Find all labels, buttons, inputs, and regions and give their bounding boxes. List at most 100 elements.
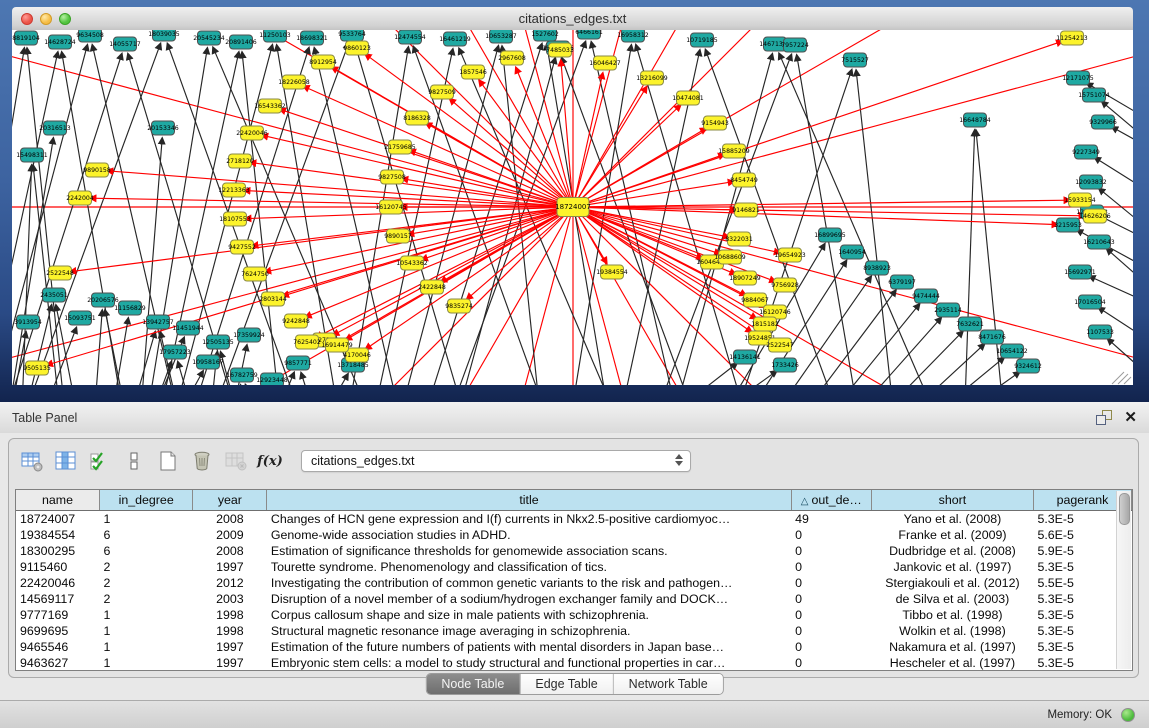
cell-out_degree[interactable]: 0 bbox=[791, 575, 871, 591]
cell-year[interactable]: 2003 bbox=[193, 591, 267, 607]
cell-name[interactable]: 22420046 bbox=[16, 575, 99, 591]
cell-title[interactable]: Changes of HCN gene expression and I(f) … bbox=[267, 511, 791, 528]
graph-node-label: 8454749 bbox=[730, 177, 758, 184]
column-header-out_degree[interactable]: △out_de… bbox=[791, 490, 871, 511]
table-row[interactable]: 946362711997Embryonic stem cells: a mode… bbox=[16, 655, 1132, 671]
select-columns-icon[interactable] bbox=[87, 449, 113, 473]
table-row[interactable]: 946554611997Estimation of the future num… bbox=[16, 639, 1132, 655]
scrollbar-thumb[interactable] bbox=[1119, 493, 1130, 525]
cell-title[interactable]: Genome-wide association studies in ADHD. bbox=[267, 527, 791, 543]
cell-short[interactable]: Tibbo et al. (1998) bbox=[871, 607, 1033, 623]
table-row[interactable]: 911546021997Tourette syndrome. Phenomeno… bbox=[16, 559, 1132, 575]
cell-in_degree[interactable]: 1 bbox=[99, 607, 192, 623]
cell-name[interactable]: 19384554 bbox=[16, 527, 99, 543]
tab-node-table[interactable]: Node Table bbox=[426, 674, 519, 694]
table-row[interactable]: 1872400712008Changes of HCN gene express… bbox=[16, 511, 1132, 528]
network-canvas[interactable]: 8819104146287249634508140557171803903520… bbox=[12, 30, 1133, 385]
cell-year[interactable]: 1998 bbox=[193, 607, 267, 623]
table-row[interactable]: 1456911722003Disruption of a novel membe… bbox=[16, 591, 1132, 607]
column-header-in_degree[interactable]: in_degree bbox=[99, 490, 192, 511]
cell-title[interactable]: Investigating the contribution of common… bbox=[267, 575, 791, 591]
create-column-icon[interactable] bbox=[155, 449, 181, 473]
cell-short[interactable]: Yano et al. (2008) bbox=[871, 511, 1033, 528]
cell-in_degree[interactable]: 2 bbox=[99, 559, 192, 575]
cell-out_degree[interactable]: 0 bbox=[791, 591, 871, 607]
cell-short[interactable]: Jankovic et al. (1997) bbox=[871, 559, 1033, 575]
cell-out_degree[interactable]: 0 bbox=[791, 655, 871, 671]
float-panel-icon[interactable] bbox=[1096, 410, 1112, 425]
column-header-name[interactable]: name bbox=[16, 490, 99, 511]
close-panel-icon[interactable]: ✕ bbox=[1124, 410, 1137, 425]
cell-name[interactable]: 14569117 bbox=[16, 591, 99, 607]
table-selector[interactable]: citations_edges.txt bbox=[301, 450, 691, 472]
cell-name[interactable]: 18300295 bbox=[16, 543, 99, 559]
cell-year[interactable]: 2009 bbox=[193, 527, 267, 543]
function-builder-icon[interactable]: f(x) bbox=[257, 449, 283, 473]
cell-in_degree[interactable]: 2 bbox=[99, 575, 192, 591]
cell-title[interactable]: Estimation of significance thresholds fo… bbox=[267, 543, 791, 559]
cell-short[interactable]: Hescheler et al. (1997) bbox=[871, 655, 1033, 671]
cell-title[interactable]: Estimation of the future numbers of pati… bbox=[267, 639, 791, 655]
graph-node-label: 14628724 bbox=[44, 39, 76, 46]
graph-node-label: 1527602 bbox=[531, 31, 559, 38]
cell-short[interactable]: Franke et al. (2009) bbox=[871, 527, 1033, 543]
cell-name[interactable]: 18724007 bbox=[16, 511, 99, 528]
delete-column-icon[interactable] bbox=[189, 449, 215, 473]
cell-out_degree[interactable]: 49 bbox=[791, 511, 871, 528]
table-vertical-scrollbar[interactable] bbox=[1116, 491, 1131, 669]
cell-in_degree[interactable]: 6 bbox=[99, 527, 192, 543]
cell-out_degree[interactable]: 0 bbox=[791, 559, 871, 575]
cell-name[interactable]: 9777169 bbox=[16, 607, 99, 623]
tab-edge-table[interactable]: Edge Table bbox=[519, 674, 612, 694]
cell-short[interactable]: Nakamura et al. (1997) bbox=[871, 639, 1033, 655]
cell-year[interactable]: 1997 bbox=[193, 639, 267, 655]
cell-year[interactable]: 1997 bbox=[193, 559, 267, 575]
cell-out_degree[interactable]: 0 bbox=[791, 623, 871, 639]
column-header-title[interactable]: title bbox=[267, 490, 791, 511]
cell-name[interactable]: 9465546 bbox=[16, 639, 99, 655]
cell-year[interactable]: 2008 bbox=[193, 543, 267, 559]
cell-short[interactable]: de Silva et al. (2003) bbox=[871, 591, 1033, 607]
table-mode-icon[interactable] bbox=[19, 449, 45, 473]
cell-in_degree[interactable]: 1 bbox=[99, 639, 192, 655]
cell-out_degree[interactable]: 0 bbox=[791, 527, 871, 543]
graph-node-label: 8819104 bbox=[12, 35, 40, 42]
network-window-titlebar[interactable]: citations_edges.txt bbox=[12, 7, 1133, 31]
graph-node-label: 8912954 bbox=[309, 59, 337, 66]
table-row[interactable]: 977716911998Corpus callosum shape and si… bbox=[16, 607, 1132, 623]
cell-out_degree[interactable]: 0 bbox=[791, 639, 871, 655]
cell-year[interactable]: 2008 bbox=[193, 511, 267, 528]
cell-out_degree[interactable]: 0 bbox=[791, 543, 871, 559]
cell-short[interactable]: Stergiakouli et al. (2012) bbox=[871, 575, 1033, 591]
cell-title[interactable]: Embryonic stem cells: a model to study s… bbox=[267, 655, 791, 671]
graph-node-label: 10474081 bbox=[672, 95, 704, 102]
cell-name[interactable]: 9463627 bbox=[16, 655, 99, 671]
cell-short[interactable]: Wolkin et al. (1998) bbox=[871, 623, 1033, 639]
table-row[interactable]: 2242004622012Investigating the contribut… bbox=[16, 575, 1132, 591]
show-columns-icon[interactable] bbox=[53, 449, 79, 473]
cell-year[interactable]: 1997 bbox=[193, 655, 267, 671]
tab-network-table[interactable]: Network Table bbox=[613, 674, 723, 694]
cell-in_degree[interactable]: 1 bbox=[99, 655, 192, 671]
cell-name[interactable]: 9115460 bbox=[16, 559, 99, 575]
cell-in_degree[interactable]: 1 bbox=[99, 511, 192, 528]
cell-year[interactable]: 1998 bbox=[193, 623, 267, 639]
function-builder-label: f(x) bbox=[257, 454, 283, 469]
cell-title[interactable]: Structural magnetic resonance image aver… bbox=[267, 623, 791, 639]
cell-title[interactable]: Disruption of a novel member of a sodium… bbox=[267, 591, 791, 607]
cell-in_degree[interactable]: 6 bbox=[99, 543, 192, 559]
column-header-year[interactable]: year bbox=[193, 490, 267, 511]
cell-short[interactable]: Dudbridge et al. (2008) bbox=[871, 543, 1033, 559]
table-row[interactable]: 969969511998Structural magnetic resonanc… bbox=[16, 623, 1132, 639]
cell-title[interactable]: Tourette syndrome. Phenomenology and cla… bbox=[267, 559, 791, 575]
cell-name[interactable]: 9699695 bbox=[16, 623, 99, 639]
cell-out_degree[interactable]: 0 bbox=[791, 607, 871, 623]
row-format-icon[interactable] bbox=[121, 449, 147, 473]
cell-in_degree[interactable]: 2 bbox=[99, 591, 192, 607]
table-row[interactable]: 1830029562008Estimation of significance … bbox=[16, 543, 1132, 559]
cell-title[interactable]: Corpus callosum shape and size in male p… bbox=[267, 607, 791, 623]
table-row[interactable]: 1938455462009Genome-wide association stu… bbox=[16, 527, 1132, 543]
cell-year[interactable]: 2012 bbox=[193, 575, 267, 591]
cell-in_degree[interactable]: 1 bbox=[99, 623, 192, 639]
column-header-short[interactable]: short bbox=[871, 490, 1033, 511]
